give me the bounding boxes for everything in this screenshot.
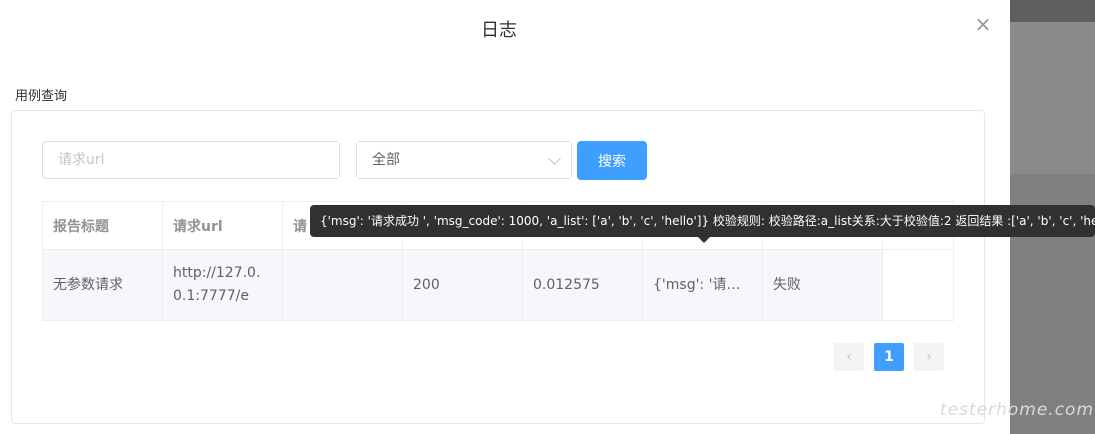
header-cell-url: 请求url	[163, 202, 283, 250]
header-cell-title: 报告标题	[43, 202, 163, 250]
cell-status-code: 200	[403, 250, 523, 321]
cell-title: 无参数请求	[43, 250, 163, 321]
next-page-button[interactable]: ›	[914, 343, 944, 371]
prev-page-button[interactable]: ‹	[834, 343, 864, 371]
cell-params	[283, 250, 403, 321]
cell-result: 失败	[763, 250, 883, 321]
watermark: testerhome.com	[940, 400, 1095, 420]
close-icon[interactable]: ×	[974, 14, 992, 34]
page-1-button[interactable]: 1	[874, 343, 904, 371]
cell-time: 0.012575	[523, 250, 643, 321]
search-button[interactable]: 搜索	[577, 141, 647, 180]
response-tooltip: {'msg': '请求成功 ', 'msg_code': 1000, 'a_li…	[310, 205, 1095, 237]
status-filter-select[interactable]: 全部	[356, 141, 572, 179]
dialog-title: 日志	[481, 20, 517, 41]
cell-url: http://127.0.0.1:7777/e	[163, 250, 283, 321]
search-input[interactable]	[42, 141, 340, 179]
table-row: 无参数请求 http://127.0.0.1:7777/e 200 0.0125…	[43, 250, 955, 321]
chevron-down-icon	[548, 152, 561, 165]
log-dialog: 日志 × 用例查询 全部 搜索 报告标题 请求url 请 无参数请求 http:…	[0, 0, 1095, 434]
cell-response[interactable]: {'msg': '请求…	[643, 250, 763, 321]
tooltip-arrow	[698, 237, 710, 243]
section-label: 用例查询	[15, 89, 68, 104]
cell-empty	[883, 250, 954, 321]
select-value: 全部	[372, 152, 400, 168]
response-preview[interactable]: {'msg': '请求…	[653, 274, 752, 297]
